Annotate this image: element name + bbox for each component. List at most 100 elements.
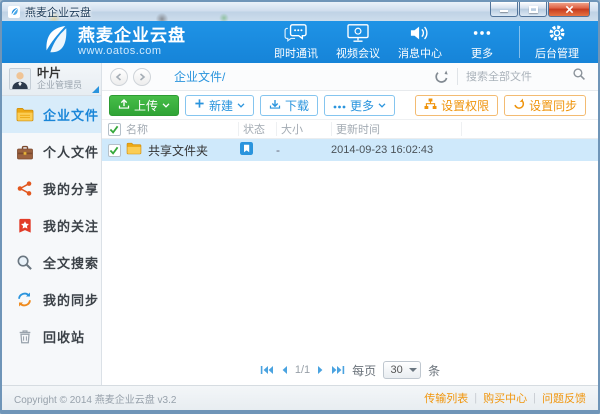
nav-more[interactable]: 更多 (451, 23, 513, 61)
prev-page-button[interactable] (281, 365, 288, 375)
file-name[interactable]: 共享文件夹 (148, 142, 208, 159)
sidebar-item-my-follows[interactable]: 我的关注 (2, 207, 101, 244)
refresh-button[interactable] (426, 69, 457, 84)
sidebar-item-recycle-bin[interactable]: 回收站 (2, 318, 101, 355)
ellipsis-icon (333, 98, 346, 112)
briefcase-icon (15, 143, 34, 161)
nav-admin-console[interactable]: 后台管理 (526, 23, 588, 61)
sidebar-item-my-sync[interactable]: 我的同步 (2, 281, 101, 318)
minimize-button[interactable] (490, 2, 518, 17)
pagination: 1/1 每页 30 条 (102, 355, 598, 385)
next-page-button[interactable] (317, 365, 324, 375)
magnifier-icon (15, 254, 34, 272)
per-page-unit: 条 (428, 362, 440, 379)
select-all-checkbox[interactable] (108, 123, 121, 136)
sync-flag-icon (240, 144, 253, 158)
copyright-text: Copyright © 2014 燕麦企业云盘 v3.2 (14, 391, 176, 406)
brand-logo: 燕麦企业云盘 www.oatos.com (40, 24, 186, 61)
first-page-button[interactable] (260, 365, 274, 375)
search-icon[interactable] (572, 67, 586, 86)
more-button[interactable]: 更多 (324, 95, 395, 116)
more-label: 更多 (350, 97, 374, 114)
column-header-size[interactable]: 大小 (276, 122, 331, 136)
purchase-center-link[interactable]: 购买中心 (483, 390, 527, 406)
table-header: 名称 状态 大小 更新时间 (102, 119, 598, 139)
user-name: 叶片 (37, 67, 82, 80)
sidebar-item-personal-files[interactable]: 个人文件 (2, 133, 101, 170)
caret-down-icon (409, 368, 417, 372)
search-box (458, 67, 590, 86)
leaf-logo-icon (40, 24, 70, 61)
nav-message-center[interactable]: 消息中心 (389, 23, 451, 61)
brand-name: 燕麦企业云盘 (78, 27, 186, 46)
nav-divider (519, 26, 520, 58)
new-label: 新建 (209, 97, 233, 114)
nav-video-conference[interactable]: 视频会议 (327, 23, 389, 61)
folder-icon (15, 106, 34, 124)
app-window: 燕麦企业云盘 燕麦企业云盘 www.oatos.com 即时通 (0, 0, 600, 414)
nav-label: 更多 (471, 45, 493, 61)
close-button[interactable] (548, 2, 590, 17)
download-icon (269, 98, 281, 113)
sidebar-item-label: 全文搜索 (43, 253, 99, 272)
upload-label: 上传 (134, 97, 158, 114)
chevron-down-icon (237, 103, 245, 108)
set-permission-button[interactable]: 设置权限 (415, 95, 498, 116)
file-updated: 2014-09-23 16:02:43 (331, 144, 461, 156)
per-page-label: 每页 (352, 362, 376, 379)
sidebar-item-label: 个人文件 (43, 142, 99, 161)
sidebar-item-label: 我的关注 (43, 216, 99, 235)
feedback-link[interactable]: 问题反馈 (542, 390, 586, 406)
app-header: 燕麦企业云盘 www.oatos.com 即时通讯 视频会议 (2, 21, 598, 63)
status-bar: Copyright © 2014 燕麦企业云盘 v3.2 传输列表 | 购买中心… (2, 385, 598, 410)
file-list-empty-area (102, 161, 598, 355)
maximize-button[interactable] (519, 2, 547, 17)
user-panel[interactable]: 叶片 企业管理员 (2, 63, 101, 96)
set-sync-label: 设置同步 (529, 97, 577, 114)
nav-label: 后台管理 (535, 45, 579, 61)
table-row[interactable]: 共享文件夹 - 2014-09-23 16:02:43 (102, 139, 598, 161)
column-header-name[interactable]: 名称 (126, 121, 238, 137)
sidebar-item-fulltext-search[interactable]: 全文搜索 (2, 244, 101, 281)
title-bar[interactable]: 燕麦企业云盘 (2, 2, 598, 21)
set-sync-button[interactable]: 设置同步 (504, 95, 586, 116)
row-checkbox[interactable] (108, 144, 121, 157)
video-icon (346, 23, 370, 43)
back-button[interactable] (110, 68, 128, 86)
last-page-button[interactable] (331, 365, 345, 375)
chevron-down-icon (162, 103, 170, 108)
new-button[interactable]: 新建 (185, 95, 254, 116)
nav-label: 消息中心 (398, 45, 442, 61)
transfer-list-link[interactable]: 传输列表 (424, 390, 468, 406)
breadcrumb[interactable]: 企业文件/ (174, 68, 225, 85)
hierarchy-icon (424, 98, 437, 113)
window-title: 燕麦企业云盘 (25, 4, 91, 20)
chat-icon (284, 23, 308, 43)
file-toolbar: 上传 新建 下载 (102, 91, 598, 119)
panel-expand-indicator-icon (92, 86, 99, 93)
nav-label: 即时通讯 (274, 45, 318, 61)
divider: | (474, 392, 477, 404)
chevron-down-icon (378, 103, 386, 108)
bookmark-star-icon (15, 217, 34, 235)
column-header-status[interactable]: 状态 (238, 122, 276, 136)
download-label: 下载 (285, 97, 309, 114)
download-button[interactable]: 下载 (260, 95, 318, 116)
sidebar-item-my-shares[interactable]: 我的分享 (2, 170, 101, 207)
speaker-icon (409, 23, 431, 43)
nav-instant-messaging[interactable]: 即时通讯 (265, 23, 327, 61)
page-indicator: 1/1 (295, 364, 310, 376)
upload-button[interactable]: 上传 (109, 95, 179, 116)
nav-label: 视频会议 (336, 45, 380, 61)
per-page-select[interactable]: 30 (383, 361, 421, 379)
column-header-updated[interactable]: 更新时间 (331, 122, 461, 136)
divider: | (533, 392, 536, 404)
search-input[interactable] (466, 71, 572, 83)
per-page-value: 30 (384, 364, 409, 376)
trash-icon (15, 328, 34, 346)
main-panel: 企业文件/ (102, 63, 598, 385)
sidebar-item-enterprise-files[interactable]: 企业文件 (2, 96, 101, 133)
share-icon (15, 180, 34, 198)
plus-icon (194, 98, 205, 112)
forward-button[interactable] (133, 68, 151, 86)
